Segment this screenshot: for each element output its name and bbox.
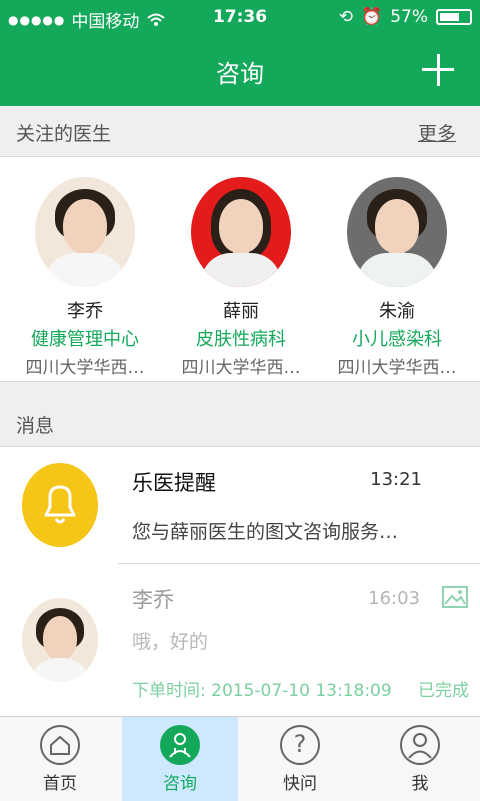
- doctor-name: 薛丽: [223, 301, 259, 322]
- doctor-avatar: [191, 177, 291, 287]
- doctor-dept: 小儿感染科: [352, 329, 442, 350]
- followed-doctors-header: 关注的医生 更多: [0, 106, 480, 154]
- doctor-name: 朱渝: [379, 301, 415, 322]
- status-bar: ●●●●● 中国移动 17:36 ⟲ ⏰ 57%: [0, 0, 480, 36]
- message-title: 乐医提醒: [132, 471, 216, 495]
- doctor-name: 李乔: [67, 301, 103, 322]
- tab-consult[interactable]: 咨询: [122, 717, 238, 801]
- doctor-card[interactable]: 薛丽 皮肤性病科 四川大学华西…: [162, 177, 320, 378]
- nav-bar: 咨询: [0, 36, 480, 106]
- message-list: 乐医提醒 13:21 您与薛丽医生的图文咨询服务… 李乔 16:03 哦，好的 …: [0, 446, 480, 717]
- battery-label: 57%: [390, 7, 428, 27]
- home-icon: [40, 725, 80, 765]
- order-time: 下单时间: 2015-07-10 13:18:09: [132, 681, 392, 701]
- doctor-icon: [160, 725, 200, 765]
- alarm-icon: ⏰: [361, 7, 383, 27]
- tab-label: 咨询: [163, 774, 197, 794]
- messages-title: 消息: [16, 415, 55, 437]
- message-item[interactable]: 乐医提醒 13:21 您与薛丽医生的图文咨询服务…: [0, 447, 480, 563]
- avatar: [22, 598, 98, 682]
- tab-quick-ask[interactable]: ? 快问: [240, 717, 360, 801]
- tab-me[interactable]: 我: [360, 717, 480, 801]
- battery-icon: [436, 9, 472, 25]
- tab-home[interactable]: 首页: [0, 717, 120, 801]
- more-link[interactable]: 更多: [418, 119, 456, 146]
- doctor-hospital: 四川大学华西…: [337, 358, 457, 378]
- doctor-avatar: [347, 177, 447, 287]
- message-title: 李乔: [132, 588, 174, 612]
- message-time: 13:21: [370, 469, 422, 490]
- image-icon: [442, 586, 468, 608]
- doctor-hospital: 四川大学华西…: [25, 358, 145, 378]
- doctor-panel: 李乔 健康管理中心 四川大学华西… 薛丽 皮肤性病科 四川大学华西… 朱渝 小儿…: [0, 156, 480, 382]
- message-time: 16:03: [368, 588, 420, 609]
- followed-doctors-title: 关注的医生: [16, 123, 112, 145]
- page-title: 咨询: [216, 60, 264, 88]
- tab-label: 我: [411, 774, 429, 794]
- message-text: 您与薛丽医生的图文咨询服务…: [132, 521, 399, 543]
- doctor-avatar: [35, 177, 135, 287]
- tab-label: 快问: [283, 774, 317, 794]
- tab-bar: 首页 咨询 ? 快问 我: [0, 716, 480, 801]
- doctor-hospital: 四川大学华西…: [181, 358, 301, 378]
- message-text: 哦，好的: [132, 631, 209, 653]
- status-right: ⟲ ⏰ 57%: [339, 7, 472, 27]
- doctor-card[interactable]: 李乔 健康管理中心 四川大学华西…: [6, 177, 164, 378]
- doctor-card[interactable]: 朱渝 小儿感染科 四川大学华西…: [318, 177, 476, 378]
- doctor-dept: 健康管理中心: [31, 329, 139, 350]
- message-item[interactable]: 李乔 16:03 哦，好的 下单时间: 2015-07-10 13:18:09 …: [0, 564, 480, 717]
- question-icon: ?: [280, 725, 320, 765]
- doctor-dept: 皮肤性病科: [196, 329, 286, 350]
- bell-icon: [44, 485, 76, 524]
- tab-label: 首页: [43, 774, 77, 794]
- add-button[interactable]: [416, 48, 460, 92]
- messages-header: 消息: [0, 398, 480, 446]
- user-icon: [400, 725, 440, 765]
- bell-icon-circle: [22, 463, 98, 547]
- order-status: 已完成: [418, 681, 469, 701]
- rotation-lock-icon: ⟲: [338, 7, 354, 27]
